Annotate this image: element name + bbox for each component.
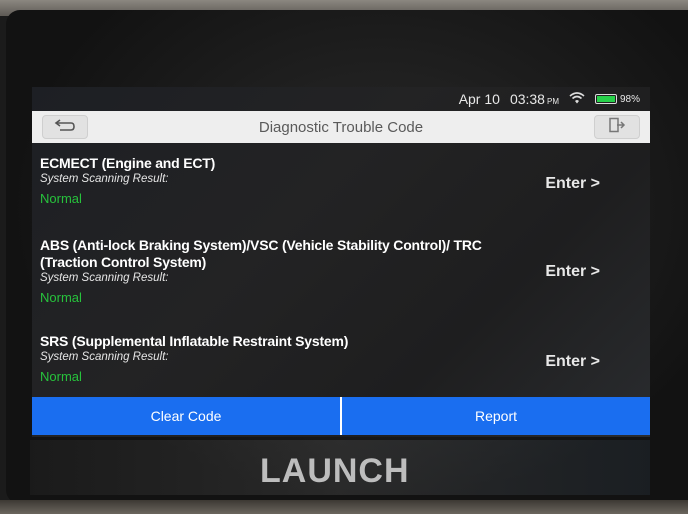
- status-date: Apr 10: [458, 91, 500, 107]
- back-button[interactable]: [42, 115, 88, 139]
- wifi-icon: [569, 91, 585, 107]
- enter-button[interactable]: Enter >: [545, 353, 600, 371]
- battery-icon: [594, 94, 617, 104]
- battery-indicator: 98%: [594, 93, 640, 105]
- system-name: ECMECT (Engine and ECT): [40, 155, 216, 171]
- clear-code-button[interactable]: Clear Code: [32, 397, 340, 435]
- scan-result-status: Normal: [40, 191, 82, 206]
- back-arrow-icon: [54, 118, 76, 137]
- enter-button[interactable]: Enter >: [545, 175, 600, 193]
- battery-percent: 98%: [619, 93, 640, 105]
- brand-logo: LAUNCH: [260, 452, 410, 490]
- exit-icon: [608, 117, 626, 138]
- system-name: ABS (Anti-lock Braking System)/VSC (Vehi…: [40, 237, 482, 270]
- status-bar: Apr 10 03:38 PM 98%: [32, 87, 650, 111]
- status-time: 03:38: [509, 91, 545, 107]
- list-item: ECMECT (Engine and ECT) System Scanning …: [40, 155, 640, 206]
- status-ampm: PM: [546, 97, 559, 106]
- title-bar: Diagnostic Trouble Code: [32, 111, 650, 143]
- photo-background-bottom: [0, 500, 688, 514]
- system-name: SRS (Supplemental Inflatable Restraint S…: [40, 333, 349, 349]
- list-item: ABS (Anti-lock Braking System)/VSC (Vehi…: [40, 237, 640, 305]
- exit-button[interactable]: [594, 115, 640, 139]
- scan-result-status: Normal: [40, 369, 82, 384]
- enter-button[interactable]: Enter >: [545, 263, 600, 281]
- list-item: SRS (Supplemental Inflatable Restraint S…: [40, 333, 640, 384]
- status-time-group: 03:38 PM: [510, 91, 559, 107]
- scan-result-status: Normal: [40, 290, 82, 305]
- battery-fill: [596, 96, 615, 102]
- page-title: Diagnostic Trouble Code: [258, 118, 424, 136]
- bottom-action-bar: Clear Code Report: [32, 397, 650, 435]
- device-screen: Apr 10 03:38 PM 98% Diagnostic Trouble C…: [32, 87, 650, 437]
- report-button[interactable]: Report: [340, 397, 650, 435]
